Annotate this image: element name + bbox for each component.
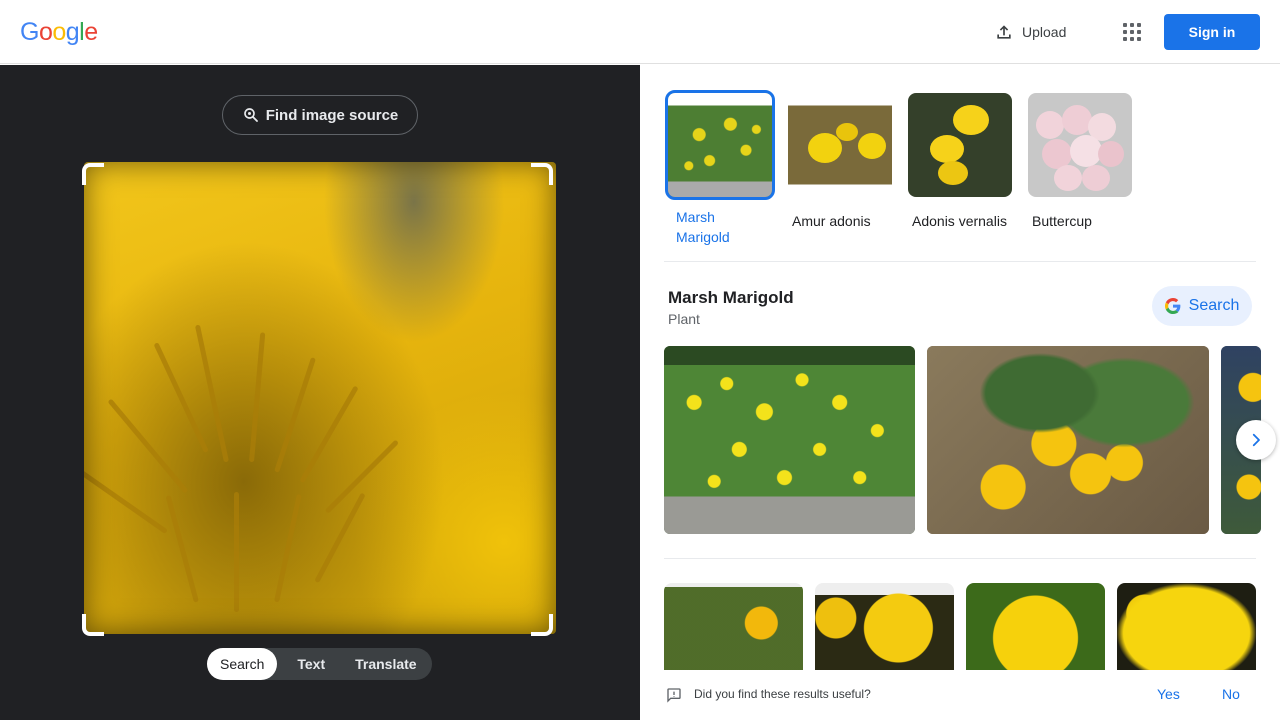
entity-title: Marsh Marigold xyxy=(668,288,794,307)
feedback-question: Did you find these results useful? xyxy=(694,687,871,701)
related-thumbnail xyxy=(908,93,1012,197)
crop-handle-bottom-right[interactable] xyxy=(531,614,553,636)
section-divider xyxy=(664,261,1256,262)
related-thumbnail xyxy=(1028,93,1132,197)
sign-in-button[interactable]: Sign in xyxy=(1164,14,1260,50)
apps-grid-icon xyxy=(1123,23,1141,41)
logo-letter: g xyxy=(65,18,80,46)
visual-match-image[interactable] xyxy=(664,583,803,683)
google-g-icon xyxy=(1164,298,1181,314)
results-pane: Marsh Marigold Amur adonis Adonis vernal… xyxy=(640,65,1280,720)
upload-button[interactable]: Upload xyxy=(984,14,1076,50)
related-chip-label: Marsh Marigold xyxy=(676,209,730,245)
visual-match-image[interactable] xyxy=(1117,583,1256,683)
logo-letter: G xyxy=(20,18,39,46)
related-chip-label: Adonis vernalis xyxy=(912,213,1007,229)
related-thumbnail xyxy=(788,93,892,197)
crop-handle-bottom-left[interactable] xyxy=(82,614,104,636)
tab-search[interactable]: Search xyxy=(207,648,278,680)
related-chip-amur-adonis[interactable]: Amur adonis xyxy=(788,93,892,231)
logo-letter: e xyxy=(84,18,98,46)
section-divider xyxy=(664,558,1256,559)
entity-search-button[interactable]: Search xyxy=(1152,286,1252,326)
tab-translate[interactable]: Translate xyxy=(345,648,426,680)
related-thumbnail xyxy=(665,90,775,200)
related-chip-marsh-marigold[interactable]: Marsh Marigold xyxy=(665,90,775,247)
upload-label: Upload xyxy=(1022,24,1067,40)
header: Google Upload Sign in xyxy=(0,0,1280,64)
image-preview-pane: Find image source Search Text Translate xyxy=(0,65,640,720)
visual-match-image[interactable] xyxy=(815,583,954,683)
lens-mode-tabs: Search Text Translate xyxy=(207,648,432,680)
entity-subtitle: Plant xyxy=(668,311,700,327)
related-chip-label: Buttercup xyxy=(1032,213,1092,229)
find-image-source-label: Find image source xyxy=(265,106,399,124)
visual-match-image[interactable] xyxy=(966,583,1105,683)
lens-search-icon xyxy=(243,108,258,122)
selected-image-crop[interactable] xyxy=(84,162,556,634)
entity-photo[interactable] xyxy=(927,346,1209,534)
logo-letter: o xyxy=(52,18,66,46)
feedback-yes-button[interactable]: Yes xyxy=(1157,686,1180,702)
feedback-icon xyxy=(667,688,681,703)
crop-handle-top-right[interactable] xyxy=(531,163,553,185)
related-chip-adonis-vernalis[interactable]: Adonis vernalis xyxy=(908,93,1012,231)
related-chip-label: Amur adonis xyxy=(792,213,871,229)
related-chip-buttercup[interactable]: Buttercup xyxy=(1028,93,1132,231)
carousel-next-button[interactable] xyxy=(1236,420,1276,460)
entity-photo[interactable] xyxy=(664,346,915,534)
upload-icon xyxy=(997,25,1011,39)
google-logo[interactable]: Google xyxy=(20,18,98,46)
feedback-bar: Did you find these results useful? Yes N… xyxy=(640,670,1280,720)
crop-handle-top-left[interactable] xyxy=(82,163,104,185)
chevron-right-icon xyxy=(1252,433,1260,447)
google-apps-button[interactable] xyxy=(1114,14,1150,50)
find-image-source-button[interactable]: Find image source xyxy=(222,95,418,135)
feedback-no-button[interactable]: No xyxy=(1222,686,1240,702)
entity-search-label: Search xyxy=(1188,297,1240,314)
logo-letter: o xyxy=(38,18,53,46)
tab-text[interactable]: Text xyxy=(277,648,345,680)
